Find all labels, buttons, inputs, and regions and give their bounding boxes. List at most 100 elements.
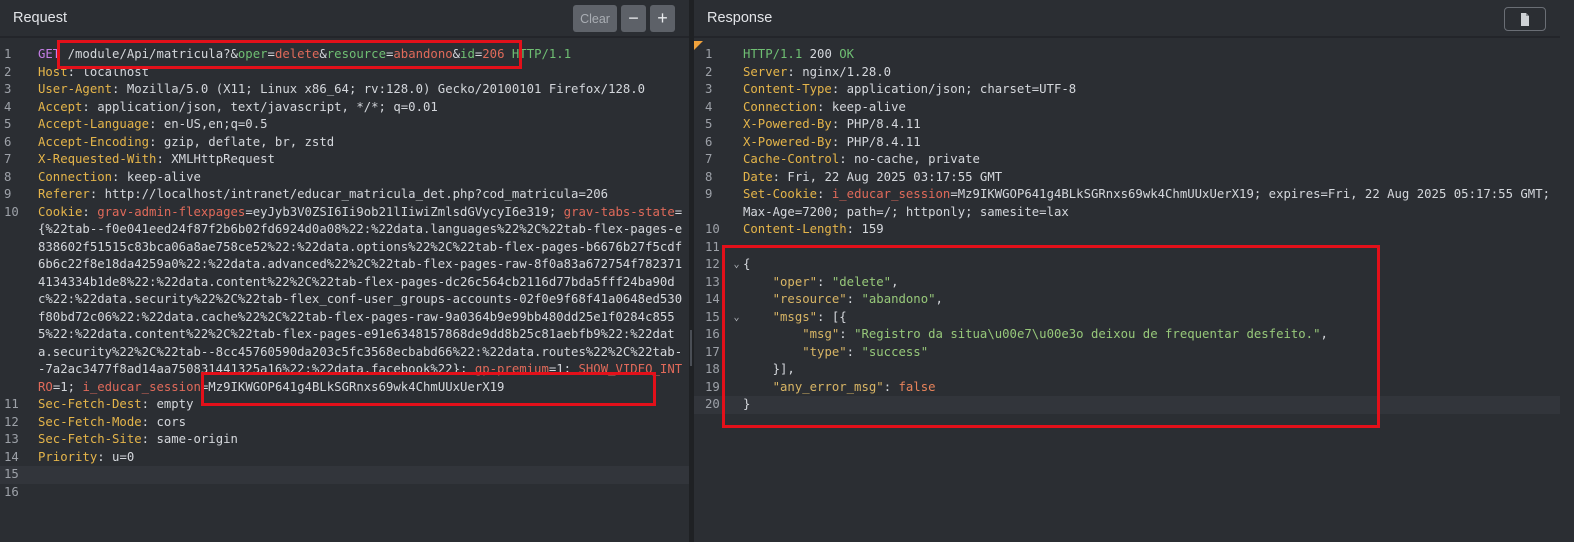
response-line: 20}	[694, 396, 1560, 414]
request-header: Request Clear − +	[0, 0, 689, 38]
fold-chevron-icon[interactable]: ⌄	[730, 309, 743, 327]
document-icon	[1521, 12, 1529, 26]
zoom-out-button[interactable]: −	[621, 5, 646, 32]
request-line: 6 Accept-Encoding: gzip, deflate, br, zst…	[0, 134, 689, 152]
request-line: 11 Sec-Fetch-Dest: empty	[0, 396, 689, 414]
request-line: 1 GET /module/Api/matricula?&oper=delete&…	[0, 46, 689, 64]
line-number: 9	[705, 187, 713, 201]
response-line: 4 Connection: keep-alive	[694, 99, 1560, 117]
line-text: }],	[743, 362, 795, 376]
changed-marker-icon	[694, 41, 703, 50]
response-pane: Response 1 HTTP/1.1 200 OK 2 Server: nginx/…	[694, 0, 1560, 542]
clear-button[interactable]: Clear	[573, 5, 617, 32]
response-header: Response	[694, 0, 1560, 38]
fold-gutter	[31, 46, 38, 64]
response-line: 17 "type": "success"	[694, 344, 1560, 362]
fold-gutter	[31, 204, 38, 397]
response-line: 10 Content-Length: 159	[694, 221, 1560, 239]
line-text: GET /module/Api/matricula?&oper=delete&r…	[38, 47, 572, 61]
response-line: 7 Cache-Control: no-cache, private	[694, 151, 1560, 169]
line-text	[38, 466, 689, 484]
line-number: 5	[705, 117, 713, 131]
line-number: 13	[705, 274, 720, 289]
line-number: 3	[4, 82, 12, 96]
line-number: 8	[4, 169, 12, 184]
line-number: 12	[4, 414, 19, 429]
line-text: Connection: keep-alive	[38, 169, 201, 184]
fold-gutter	[31, 64, 38, 82]
fold-gutter	[31, 466, 38, 484]
line-number: 15	[705, 309, 720, 324]
line-text: Sec-Fetch-Mode: cors	[38, 414, 187, 429]
request-line: 3 User-Agent: Mozilla/5.0 (X11; Linux x86…	[0, 81, 689, 99]
request-line: 10 Cookie: grav-admin-flexpages=eyJyb3V0Z…	[0, 204, 689, 397]
response-line: 13 "oper": "delete",	[694, 274, 1560, 292]
line-number: 11	[4, 397, 19, 411]
fold-chevron-icon[interactable]: ⌄	[730, 256, 743, 274]
line-text: Content-Length: 159	[743, 222, 884, 236]
line-number: 20	[705, 397, 720, 411]
line-number: 9	[4, 187, 12, 201]
line-text: "type": "success"	[802, 344, 929, 359]
request-line: 16	[0, 484, 689, 502]
response-title: Response	[707, 10, 773, 26]
line-number: 6	[4, 134, 12, 149]
line-number: 18	[705, 362, 720, 376]
request-toolbar: Clear − +	[573, 5, 675, 32]
response-editor[interactable]: 1 HTTP/1.1 200 OK 2 Server: nginx/1.28.0 3 Co…	[694, 38, 1560, 414]
fold-gutter	[730, 169, 743, 187]
line-text: X-Powered-By: PHP/8.4.11	[743, 117, 921, 131]
line-text: Referer: http://localhost/intranet/educa…	[38, 187, 609, 201]
line-text: Sec-Fetch-Site: same-origin	[38, 432, 238, 446]
response-line: 18 }],	[694, 361, 1560, 379]
fold-gutter	[730, 64, 743, 82]
request-line: 14 Priority: u=0	[0, 449, 689, 467]
line-number: 4	[705, 99, 713, 114]
zoom-in-button[interactable]: +	[650, 5, 675, 32]
line-number: 17	[705, 344, 720, 359]
line-number: 6	[705, 134, 713, 149]
line-text: {	[743, 257, 751, 271]
fold-gutter	[730, 134, 743, 152]
line-text	[38, 484, 689, 502]
line-text: "msg": "Registro da situa\u00e7\u00e3o d…	[802, 327, 1328, 341]
line-text: X-Requested-With: XMLHttpRequest	[38, 152, 275, 166]
line-text: Cookie: grav-admin-flexpages=eyJyb3V0ZSI…	[38, 204, 683, 394]
fold-gutter	[730, 186, 743, 221]
line-text: Accept: application/json, text/javascrip…	[38, 99, 438, 114]
request-editor[interactable]: 1 GET /module/Api/matricula?&oper=delete&…	[0, 38, 689, 501]
request-title: Request	[13, 10, 68, 26]
right-scrollbar[interactable]	[1560, 0, 1574, 542]
fold-gutter	[730, 344, 743, 362]
line-text: X-Powered-By: PHP/8.4.11	[743, 134, 921, 149]
line-number: 10	[4, 204, 19, 219]
line-number: 5	[4, 117, 12, 131]
line-number: 1	[4, 47, 12, 61]
response-line: 2 Server: nginx/1.28.0	[694, 64, 1560, 82]
line-number: 11	[705, 239, 720, 254]
line-number: 3	[705, 82, 713, 96]
fold-gutter	[730, 361, 743, 379]
line-number: 4	[4, 99, 12, 114]
fold-gutter	[31, 414, 38, 432]
line-text: "msgs": [{	[772, 309, 847, 324]
fold-gutter	[31, 116, 38, 134]
line-text: "oper": "delete",	[772, 274, 899, 289]
request-line: 8 Connection: keep-alive	[0, 169, 689, 187]
response-line: 8 Date: Fri, 22 Aug 2025 03:17:55 GMT	[694, 169, 1560, 187]
response-line: 14 "resource": "abandono",	[694, 291, 1560, 309]
fold-gutter	[730, 46, 743, 64]
line-text: "resource": "abandono",	[772, 292, 943, 306]
fold-gutter	[730, 221, 743, 239]
request-line: 15	[0, 466, 689, 484]
fold-gutter	[31, 186, 38, 204]
line-text: User-Agent: Mozilla/5.0 (X11; Linux x86_…	[38, 82, 646, 96]
line-text: Host: localhost	[38, 64, 150, 79]
line-number: 12	[705, 257, 720, 271]
fold-gutter	[31, 431, 38, 449]
fold-gutter	[31, 81, 38, 99]
fold-gutter	[730, 291, 743, 309]
fold-gutter	[31, 134, 38, 152]
fold-gutter	[31, 99, 38, 117]
document-view-button[interactable]	[1504, 7, 1546, 31]
